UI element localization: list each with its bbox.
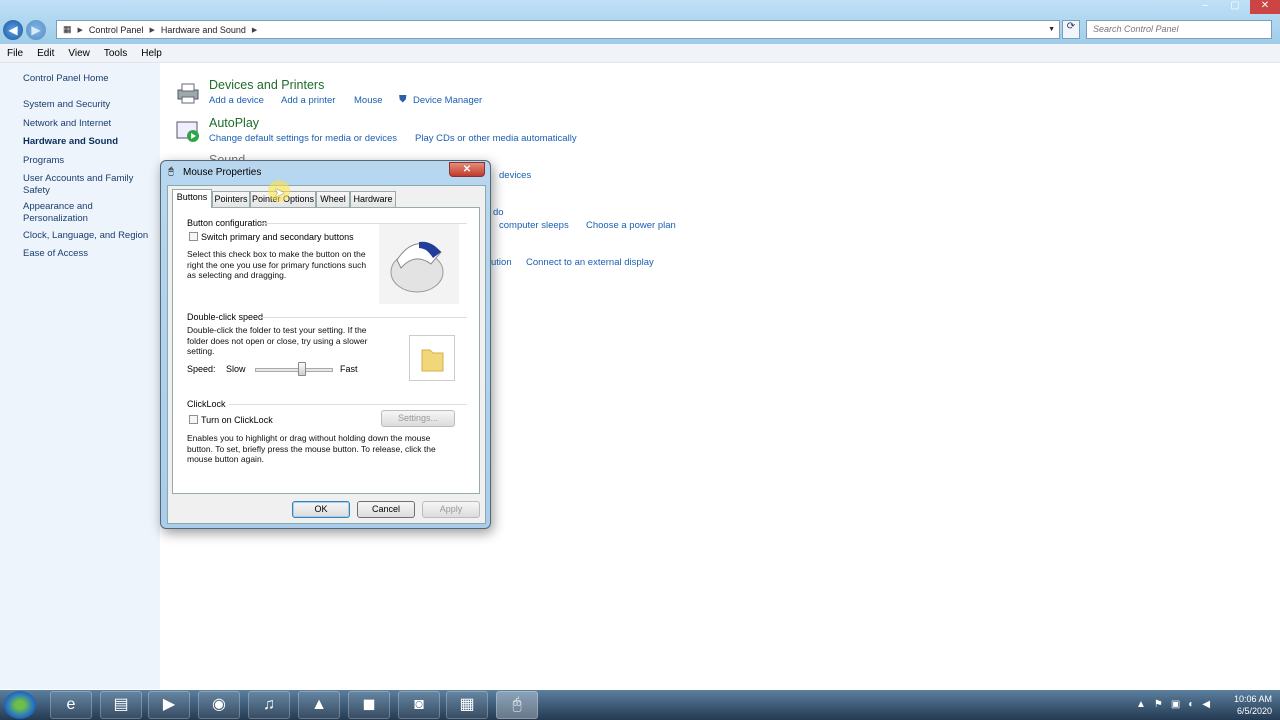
sidebar: Control Panel Home System and Security N…: [0, 63, 160, 689]
headphones-app-icon[interactable]: ♫: [248, 691, 290, 719]
dialog-close-button[interactable]: ✕: [449, 162, 485, 177]
search-input[interactable]: Search Control Panel: [1086, 20, 1272, 39]
tab-hardware[interactable]: Hardware: [350, 191, 396, 208]
clicklock-settings-button[interactable]: Settings...: [381, 410, 455, 427]
taskbar: e ▤ ▶ ◉ ♫ ▲ ◼ ◙ ▦ 🖰 ▲⚑▣◐◀ 10:06 AM 6/5/2…: [0, 690, 1280, 720]
connect-external-display-link[interactable]: Connect to an external display: [526, 257, 654, 268]
clicklock-heading: ClickLock: [187, 399, 226, 409]
ok-button[interactable]: OK: [292, 501, 350, 518]
file-explorer-icon[interactable]: ▤: [100, 691, 142, 719]
internet-explorer-icon[interactable]: e: [50, 691, 92, 719]
menu-help[interactable]: Help: [134, 48, 169, 59]
cancel-button[interactable]: Cancel: [357, 501, 415, 518]
group-divider: [259, 317, 467, 318]
menu-view[interactable]: View: [61, 48, 97, 59]
sidebar-item-clock-language[interactable]: Clock, Language, and Region: [23, 230, 148, 242]
window-caption-buttons: – ▢ ✕: [1190, 0, 1280, 14]
chrome-icon[interactable]: ◉: [198, 691, 240, 719]
clock-time: 10:06 AM: [1233, 694, 1272, 704]
dialog-title: Mouse Properties: [183, 167, 262, 178]
mouse-cursor-icon: ➤: [274, 185, 285, 200]
double-click-heading: Double-click speed: [187, 312, 264, 322]
button-config-heading: Button configuration: [187, 218, 268, 228]
speed-slider-track[interactable]: [255, 368, 333, 372]
clock-date: 6/5/2020: [1236, 706, 1272, 716]
sidebar-item-hardware-sound[interactable]: Hardware and Sound: [23, 136, 118, 148]
sound-devices-link-partial[interactable]: devices: [499, 170, 531, 181]
speed-slow-label: Slow: [226, 364, 246, 374]
mouse-illustration-icon: [379, 224, 459, 304]
breadcrumb-control-panel[interactable]: Control Panel: [83, 25, 150, 35]
switch-buttons-checkbox[interactable]: [189, 232, 198, 241]
double-click-description: Double-click the folder to test your set…: [187, 325, 368, 356]
sidebar-item-user-accounts[interactable]: User Accounts and Family Safety: [23, 173, 143, 197]
maximize-icon[interactable]: ▢: [1220, 0, 1250, 14]
power-link-partial[interactable]: do: [493, 207, 504, 218]
sidebar-item-system-security[interactable]: System and Security: [23, 99, 110, 111]
start-button[interactable]: [4, 691, 36, 719]
device-manager-link[interactable]: Device Manager: [413, 95, 482, 106]
address-bar[interactable]: ▦ ▶ Control Panel ▶ Hardware and Sound ▶…: [56, 20, 1060, 39]
green-triangle-app-icon[interactable]: ▲: [298, 691, 340, 719]
explorer-toolbar: – ▢ ✕ ◀ ▶ ▦ ▶ Control Panel ▶ Hardware a…: [0, 0, 1280, 44]
clicklock-description: Enables you to highlight or drag without…: [187, 433, 436, 464]
speed-slider-thumb[interactable]: [297, 362, 306, 376]
sidebar-item-programs[interactable]: Programs: [23, 155, 64, 167]
back-button[interactable]: ◀: [3, 20, 23, 40]
clock[interactable]: 10:06 AM 6/5/2020: [1234, 693, 1272, 717]
play-cds-link[interactable]: Play CDs or other media automatically: [415, 133, 577, 144]
add-a-printer-link[interactable]: Add a printer: [281, 95, 335, 106]
button-config-description: Select this check box to make the button…: [187, 249, 367, 280]
sidebar-item-network[interactable]: Network and Internet: [23, 118, 111, 130]
test-folder-box[interactable]: [409, 335, 455, 381]
clicklock-checkbox[interactable]: [189, 415, 198, 424]
menu-bar: File Edit View Tools Help: [0, 44, 1280, 63]
sidebar-item-appearance[interactable]: Appearance and Personalization: [23, 201, 123, 225]
mouse-app-icon[interactable]: 🖰: [496, 691, 538, 719]
mouse-properties-dialog: 🖰 Mouse Properties ✕ Buttons Pointers Po…: [160, 160, 491, 529]
menu-tools[interactable]: Tools: [97, 48, 134, 59]
devices-and-printers-title[interactable]: Devices and Printers: [209, 78, 324, 92]
mouse-link[interactable]: Mouse: [354, 95, 383, 106]
breadcrumb-chevron-icon[interactable]: ▶: [252, 26, 257, 34]
uac-shield-icon: ⛊: [399, 94, 407, 105]
switch-buttons-label[interactable]: Switch primary and secondary buttons: [201, 232, 354, 242]
refresh-icon[interactable]: ⟳: [1062, 20, 1080, 39]
sidebar-item-ease-of-access[interactable]: Ease of Access: [23, 248, 88, 260]
clicklock-label[interactable]: Turn on ClickLock: [201, 415, 273, 425]
control-panel-icon: ▦: [63, 24, 72, 34]
minimize-icon[interactable]: –: [1190, 0, 1220, 14]
display-resolution-link-partial[interactable]: ution: [491, 257, 512, 268]
orange-app-icon[interactable]: ◼: [348, 691, 390, 719]
printer-icon: [175, 81, 201, 105]
add-a-device-link[interactable]: Add a device: [209, 95, 264, 106]
camera-app-icon[interactable]: ◙: [398, 691, 440, 719]
autoplay-icon: [175, 119, 201, 143]
media-player-icon[interactable]: ▶: [148, 691, 190, 719]
speed-label: Speed:: [187, 364, 216, 374]
menu-edit[interactable]: Edit: [30, 48, 61, 59]
dialog-body: Buttons Pointers Pointer Options Wheel H…: [167, 185, 486, 524]
computer-sleeps-link-partial[interactable]: computer sleeps: [499, 220, 569, 231]
speed-fast-label: Fast: [340, 364, 358, 374]
address-dropdown-icon[interactable]: ▼: [1048, 26, 1059, 33]
tab-buttons[interactable]: Buttons: [172, 189, 212, 208]
mouse-title-icon: 🖰: [168, 166, 174, 177]
close-icon[interactable]: ✕: [1250, 0, 1280, 14]
breadcrumb-hardware-and-sound[interactable]: Hardware and Sound: [155, 25, 252, 35]
system-tray-icons[interactable]: ▲⚑▣◐◀: [1136, 699, 1218, 710]
buttons-tab-panel: Button configuration Switch primary and …: [172, 207, 480, 494]
group-divider: [229, 404, 467, 405]
change-default-media-settings-link[interactable]: Change default settings for media or dev…: [209, 133, 397, 144]
menu-file[interactable]: File: [0, 48, 30, 59]
tab-pointers[interactable]: Pointers: [212, 191, 250, 208]
tab-wheel[interactable]: Wheel: [316, 191, 350, 208]
autoplay-title[interactable]: AutoPlay: [209, 116, 259, 130]
apply-button[interactable]: Apply: [422, 501, 480, 518]
choose-power-plan-link[interactable]: Choose a power plan: [586, 220, 676, 231]
forward-button[interactable]: ▶: [26, 20, 46, 40]
control-panel-icon[interactable]: ▦: [446, 691, 488, 719]
sidebar-item-control-panel-home[interactable]: Control Panel Home: [23, 73, 109, 85]
